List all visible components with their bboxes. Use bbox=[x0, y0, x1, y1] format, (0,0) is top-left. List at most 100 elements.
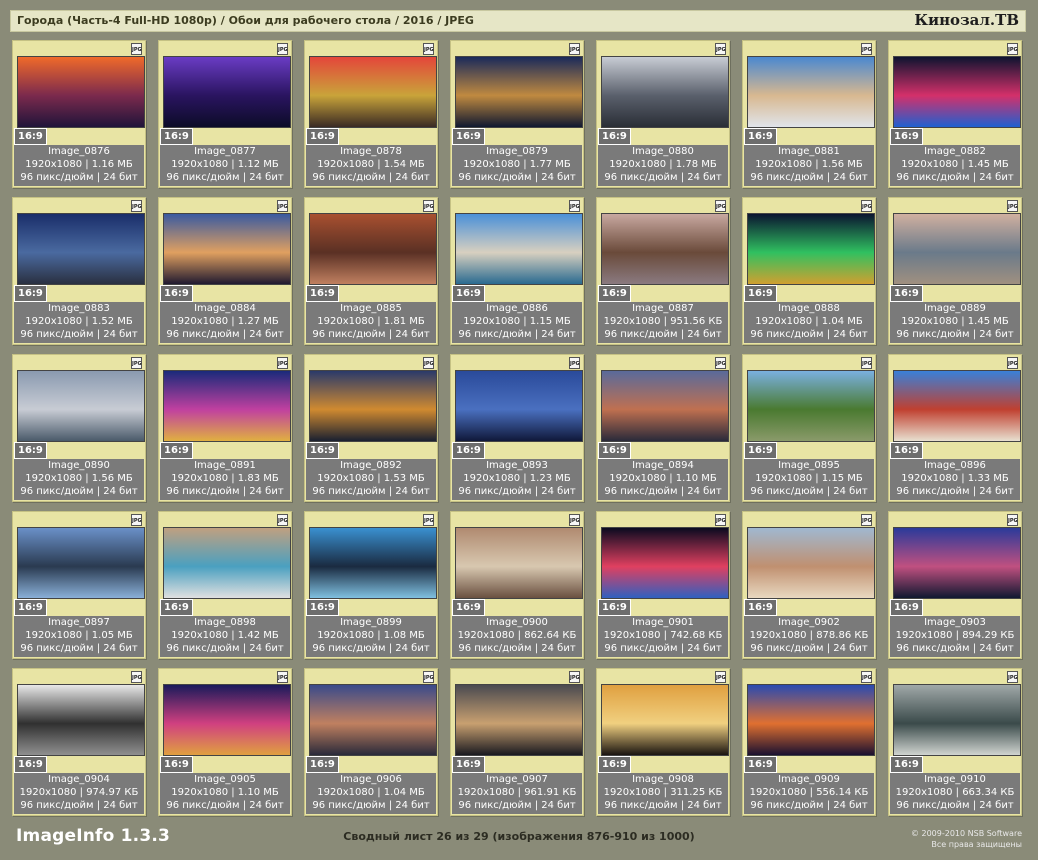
thumbnail-card[interactable]: JPG 16:9 Image_0902 1920x1080 | 878.86 КБ 96… bbox=[742, 511, 876, 659]
thumbnail-card[interactable]: JPG 16:9 Image_0887 1920x1080 | 951.56 КБ 96… bbox=[596, 197, 730, 345]
thumbnail-card[interactable]: JPG 16:9 Image_0888 1920x1080 | 1.04 МБ 96 п… bbox=[742, 197, 876, 345]
thumbnail-card[interactable]: JPG 16:9 Image_0909 1920x1080 | 556.14 КБ 96… bbox=[742, 668, 876, 816]
jpg-file-icon: JPG bbox=[861, 200, 872, 212]
thumbnail-image[interactable] bbox=[747, 213, 875, 285]
image-name: Image_0899 bbox=[340, 617, 402, 628]
image-dpi: 96 пикс/дюйм | 24 бит bbox=[750, 329, 868, 340]
thumbnail-card[interactable]: JPG 16:9 Image_0891 1920x1080 | 1.83 МБ 96 п… bbox=[158, 354, 292, 502]
image-info: Image_0893 1920x1080 | 1.23 МБ 96 пикс/дюй… bbox=[452, 459, 582, 500]
thumbnail-card[interactable]: JPG 16:9 Image_0896 1920x1080 | 1.33 МБ 96 п… bbox=[888, 354, 1022, 502]
thumbnail-card[interactable]: JPG 16:9 Image_0883 1920x1080 | 1.52 МБ 96 п… bbox=[12, 197, 146, 345]
thumbnail-image[interactable] bbox=[601, 370, 729, 442]
thumbnail-card[interactable]: JPG 16:9 Image_0881 1920x1080 | 1.56 МБ 96 п… bbox=[742, 40, 876, 188]
thumbnail-image[interactable] bbox=[163, 370, 291, 442]
thumbnail-card[interactable]: JPG 16:9 Image_0907 1920x1080 | 961.91 КБ 96… bbox=[450, 668, 584, 816]
image-name: Image_0903 bbox=[924, 617, 986, 628]
thumbnail-image[interactable] bbox=[17, 527, 145, 599]
thumbnail-image[interactable] bbox=[601, 213, 729, 285]
thumbnail-image[interactable] bbox=[893, 370, 1021, 442]
image-name: Image_0877 bbox=[194, 146, 256, 157]
jpg-file-icon: JPG bbox=[131, 514, 142, 526]
image-info: Image_0891 1920x1080 | 1.83 МБ 96 пикс/дюй… bbox=[160, 459, 290, 500]
thumbnail-image[interactable] bbox=[163, 527, 291, 599]
thumbnail-card[interactable]: JPG 16:9 Image_0892 1920x1080 | 1.53 МБ 96 п… bbox=[304, 354, 438, 502]
thumbnail-card[interactable]: JPG 16:9 Image_0900 1920x1080 | 862.64 КБ 96… bbox=[450, 511, 584, 659]
thumbnail-image[interactable] bbox=[455, 527, 583, 599]
thumbnail-card[interactable]: JPG 16:9 Image_0898 1920x1080 | 1.42 МБ 96 п… bbox=[158, 511, 292, 659]
thumbnail-card[interactable]: JPG 16:9 Image_0878 1920x1080 | 1.54 МБ 96 п… bbox=[304, 40, 438, 188]
thumbnail-card[interactable]: JPG 16:9 Image_0893 1920x1080 | 1.23 МБ 96 п… bbox=[450, 354, 584, 502]
thumbnail-image[interactable] bbox=[17, 370, 145, 442]
image-info: Image_0899 1920x1080 | 1.08 МБ 96 пикс/дюй… bbox=[306, 616, 436, 657]
thumbnail-image[interactable] bbox=[163, 213, 291, 285]
thumbnail-image[interactable] bbox=[17, 56, 145, 128]
thumbnail-image[interactable] bbox=[601, 684, 729, 756]
thumbnail-card[interactable]: JPG 16:9 Image_0882 1920x1080 | 1.45 МБ 96 п… bbox=[888, 40, 1022, 188]
thumbnail-image[interactable] bbox=[309, 370, 437, 442]
thumbnail-card[interactable]: JPG 16:9 Image_0885 1920x1080 | 1.81 МБ 96 п… bbox=[304, 197, 438, 345]
image-size: 1920x1080 | 556.14 КБ bbox=[749, 787, 869, 798]
aspect-ratio-badge: 16:9 bbox=[306, 285, 339, 302]
thumbnail-image[interactable] bbox=[455, 56, 583, 128]
thumbnail-image[interactable] bbox=[309, 527, 437, 599]
aspect-ratio-badge: 16:9 bbox=[306, 599, 339, 616]
thumbnail-image[interactable] bbox=[747, 684, 875, 756]
thumbnail-image[interactable] bbox=[163, 684, 291, 756]
thumbnail-image[interactable] bbox=[893, 213, 1021, 285]
thumbnail-card[interactable]: JPG 16:9 Image_0889 1920x1080 | 1.45 МБ 96 п… bbox=[888, 197, 1022, 345]
thumbnail-card[interactable]: JPG 16:9 Image_0905 1920x1080 | 1.10 МБ 96 п… bbox=[158, 668, 292, 816]
thumbnail-image[interactable] bbox=[455, 213, 583, 285]
jpg-icon-label: JPG bbox=[716, 675, 726, 681]
thumbnail-card[interactable]: JPG 16:9 Image_0910 1920x1080 | 663.34 КБ 96… bbox=[888, 668, 1022, 816]
thumbnail-image[interactable] bbox=[309, 56, 437, 128]
thumbnail-card[interactable]: JPG 16:9 Image_0884 1920x1080 | 1.27 МБ 96 п… bbox=[158, 197, 292, 345]
jpg-file-icon: JPG bbox=[131, 200, 142, 212]
image-size: 1920x1080 | 1.10 МБ bbox=[171, 787, 279, 798]
thumbnail-card[interactable]: JPG 16:9 Image_0899 1920x1080 | 1.08 МБ 96 п… bbox=[304, 511, 438, 659]
image-dpi: 96 пикс/дюйм | 24 бит bbox=[604, 486, 722, 497]
jpg-icon-label: JPG bbox=[862, 47, 872, 53]
thumbnail-image[interactable] bbox=[17, 213, 145, 285]
thumbnail-card[interactable]: JPG 16:9 Image_0876 1920x1080 | 1.16 МБ 96 п… bbox=[12, 40, 146, 188]
image-size: 1920x1080 | 663.34 КБ bbox=[895, 787, 1015, 798]
thumbnail-card[interactable]: JPG 16:9 Image_0908 1920x1080 | 311.25 КБ 96… bbox=[596, 668, 730, 816]
thumbnail-image[interactable] bbox=[309, 213, 437, 285]
image-dpi: 96 пикс/дюйм | 24 бит bbox=[166, 486, 284, 497]
thumbnail-image[interactable] bbox=[17, 684, 145, 756]
thumbnail-image[interactable] bbox=[747, 370, 875, 442]
image-info: Image_0892 1920x1080 | 1.53 МБ 96 пикс/дюй… bbox=[306, 459, 436, 500]
image-name: Image_0902 bbox=[778, 617, 840, 628]
thumbnail-image[interactable] bbox=[747, 56, 875, 128]
thumbnail-card[interactable]: JPG 16:9 Image_0886 1920x1080 | 1.15 МБ 96 п… bbox=[450, 197, 584, 345]
thumbnail-card[interactable]: JPG 16:9 Image_0906 1920x1080 | 1.04 МБ 96 п… bbox=[304, 668, 438, 816]
thumbnail-card[interactable]: JPG 16:9 Image_0879 1920x1080 | 1.77 МБ 96 п… bbox=[450, 40, 584, 188]
jpg-icon-label: JPG bbox=[862, 518, 872, 524]
thumbnail-image[interactable] bbox=[747, 527, 875, 599]
thumbnail-image[interactable] bbox=[163, 56, 291, 128]
thumbnail-card[interactable]: JPG 16:9 Image_0897 1920x1080 | 1.05 МБ 96 п… bbox=[12, 511, 146, 659]
jpg-icon-label: JPG bbox=[1008, 47, 1018, 53]
thumbnail-card[interactable]: JPG 16:9 Image_0895 1920x1080 | 1.15 МБ 96 п… bbox=[742, 354, 876, 502]
thumbnail-card[interactable]: JPG 16:9 Image_0880 1920x1080 | 1.78 МБ 96 п… bbox=[596, 40, 730, 188]
thumbnail-image[interactable] bbox=[893, 56, 1021, 128]
thumbnail-image[interactable] bbox=[455, 370, 583, 442]
image-info: Image_0887 1920x1080 | 951.56 КБ 96 пикс/д… bbox=[598, 302, 728, 343]
thumbnail-card[interactable]: JPG 16:9 Image_0901 1920x1080 | 742.68 КБ 96… bbox=[596, 511, 730, 659]
thumbnail-image[interactable] bbox=[893, 527, 1021, 599]
thumbnail-card[interactable]: JPG 16:9 Image_0877 1920x1080 | 1.12 МБ 96 п… bbox=[158, 40, 292, 188]
thumbnail-image[interactable] bbox=[455, 684, 583, 756]
image-info: Image_0903 1920x1080 | 894.29 КБ 96 пикс/д… bbox=[890, 616, 1020, 657]
image-info: Image_0900 1920x1080 | 862.64 КБ 96 пикс/д… bbox=[452, 616, 582, 657]
thumbnail-image[interactable] bbox=[601, 56, 729, 128]
aspect-ratio-badge: 16:9 bbox=[14, 128, 47, 145]
image-name: Image_0887 bbox=[632, 303, 694, 314]
thumbnail-card[interactable]: JPG 16:9 Image_0890 1920x1080 | 1.56 МБ 96 п… bbox=[12, 354, 146, 502]
image-name: Image_0892 bbox=[340, 460, 402, 471]
thumbnail-card[interactable]: JPG 16:9 Image_0903 1920x1080 | 894.29 КБ 96… bbox=[888, 511, 1022, 659]
thumbnail-image[interactable] bbox=[601, 527, 729, 599]
thumbnail-image[interactable] bbox=[309, 684, 437, 756]
thumbnail-image[interactable] bbox=[893, 684, 1021, 756]
thumbnail-card[interactable]: JPG 16:9 Image_0904 1920x1080 | 974.97 КБ 96… bbox=[12, 668, 146, 816]
image-info: Image_0895 1920x1080 | 1.15 МБ 96 пикс/дюй… bbox=[744, 459, 874, 500]
thumbnail-card[interactable]: JPG 16:9 Image_0894 1920x1080 | 1.10 МБ 96 п… bbox=[596, 354, 730, 502]
